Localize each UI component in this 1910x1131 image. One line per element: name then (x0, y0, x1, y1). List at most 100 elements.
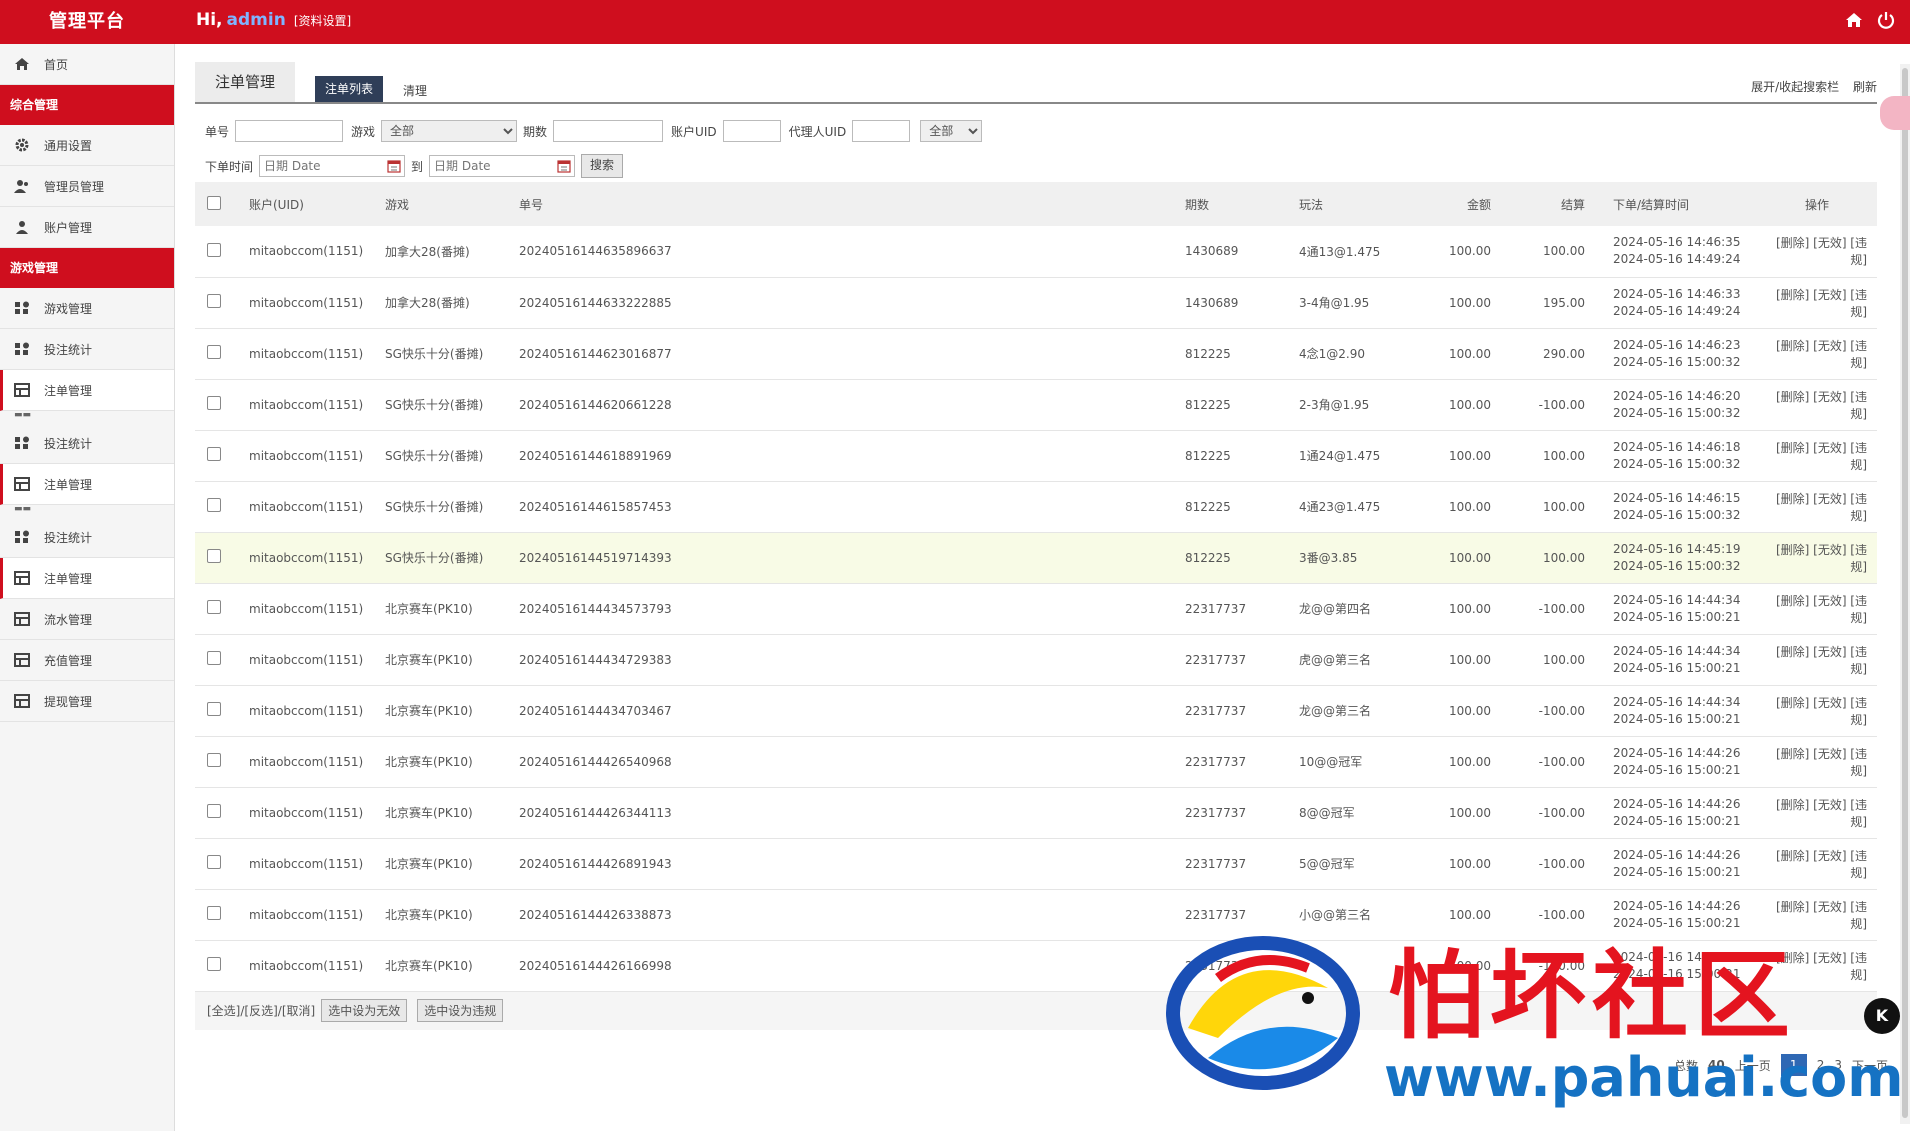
cell-order-no: 20240516144618891969 (519, 448, 672, 463)
sidebar-item-account-management[interactable]: 账户管理 (0, 207, 174, 248)
agent-uid-input[interactable] (852, 120, 911, 142)
table-row[interactable]: mitaobccom(1151) SG快乐十分(番摊) 20240516144618… (195, 430, 1877, 481)
scrollbar-thumb[interactable] (1902, 68, 1908, 1118)
table-row[interactable]: mitaobccom(1151) SG快乐十分(番摊) 20240516144623… (195, 328, 1877, 379)
start-date-input[interactable] (259, 155, 406, 177)
order-no-input[interactable] (235, 120, 344, 142)
row-checkbox[interactable] (207, 549, 221, 563)
sidebar-item-bet-stats[interactable]: 投注统计 (0, 517, 174, 558)
sidebar-item-flow-management[interactable]: 流水管理 (0, 599, 174, 640)
calendar-icon[interactable] (557, 159, 571, 176)
toggle-search-link[interactable]: 展开/收起搜索栏 (1751, 80, 1839, 94)
settle-time: 2024-05-16 15:00:32 (1613, 405, 1741, 420)
sidebar-item-bet-stats[interactable]: 投注统计 (0, 423, 174, 464)
select-toggle-links[interactable]: [全选]/[反选]/[取消] (207, 1002, 315, 1019)
table-row[interactable]: mitaobccom(1151) 北京赛车(PK10) 20240516144426… (195, 838, 1877, 889)
profile-settings-link[interactable]: [资料设置] (294, 14, 351, 28)
power-icon[interactable] (1876, 10, 1896, 30)
row-checkbox[interactable] (207, 345, 221, 359)
calendar-icon[interactable] (387, 159, 401, 176)
table-row[interactable]: mitaobccom(1151) 加拿大28(番摊) 202405161446332… (195, 277, 1877, 328)
cell-account: mitaobccom(1151) (249, 397, 364, 412)
to-label: 到 (411, 159, 424, 174)
table-row[interactable]: mitaobccom(1151) 北京赛车(PK10) 20240516144426… (195, 787, 1877, 838)
sidebar-group-general[interactable]: 综合管理 (0, 85, 174, 125)
table-row[interactable]: mitaobccom(1151) SG快乐十分(番摊) 20240516144615… (195, 481, 1877, 532)
row-actions[interactable]: [删除] [无效] [违规] (1764, 481, 1877, 532)
order-time: 2024-05-16 14:44:34 (1613, 694, 1741, 709)
set-invalid-button[interactable]: 选中设为无效 (321, 999, 408, 1022)
watermark: 怕坏社区 www.pahuai.com (1158, 918, 1904, 1118)
table-row[interactable]: mitaobccom(1151) 加拿大28(番摊) 202405161446358… (195, 226, 1877, 277)
row-checkbox[interactable] (207, 753, 221, 767)
select-all-checkbox[interactable] (207, 195, 221, 210)
period-input[interactable] (553, 120, 664, 142)
sidebar-item-admin-management[interactable]: 管理员管理 (0, 166, 174, 207)
table-row[interactable]: mitaobccom(1151) 北京赛车(PK10) 20240516144434… (195, 583, 1877, 634)
table-row[interactable]: mitaobccom(1151) 北京赛车(PK10) 20240516144434… (195, 685, 1877, 736)
game-select[interactable]: 全部 (381, 120, 518, 142)
row-actions[interactable]: [删除] [无效] [违规] (1764, 736, 1877, 787)
order-time: 2024-05-16 14:46:15 (1613, 490, 1741, 505)
row-checkbox[interactable] (207, 651, 221, 665)
cell-play: 龙@@第四名 (1299, 602, 1372, 616)
refresh-link[interactable]: 刷新 (1853, 80, 1877, 94)
row-checkbox[interactable] (207, 702, 221, 716)
row-checkbox[interactable] (207, 804, 221, 818)
sidebar-item-order-management[interactable]: 注单管理 (0, 464, 174, 505)
cell-game: SG快乐十分(番摊) (385, 551, 484, 565)
row-checkbox[interactable] (207, 242, 221, 257)
row-checkbox[interactable] (207, 498, 221, 512)
search-button[interactable]: 搜索 (581, 154, 624, 178)
row-actions[interactable]: [删除] [无效] [违规] (1764, 838, 1877, 889)
row-actions[interactable]: [删除] [无效] [违规] (1764, 430, 1877, 481)
cell-play: 4通13@1.475 (1299, 244, 1381, 259)
order-time: 2024-05-16 14:46:23 (1613, 337, 1741, 352)
sidebar-item-recharge-management[interactable]: 充值管理 (0, 640, 174, 681)
row-checkbox[interactable] (207, 906, 221, 920)
row-actions[interactable]: [删除] [无效] [违规] (1764, 226, 1877, 277)
tab-clear[interactable]: 清理 (403, 82, 427, 99)
username-link[interactable]: admin (227, 10, 286, 30)
row-checkbox[interactable] (207, 447, 221, 461)
col-time: 下单/结算时间 (1613, 197, 1690, 212)
table-row[interactable]: mitaobccom(1151) SG快乐十分(番摊) 20240516144519… (195, 532, 1877, 583)
home-icon[interactable] (1844, 10, 1864, 30)
table-row[interactable]: mitaobccom(1151) 北京赛车(PK10) 20240516144434… (195, 634, 1877, 685)
side-float-button[interactable] (1880, 96, 1910, 130)
account-uid-input[interactable] (722, 120, 781, 142)
sidebar-item-general-settings[interactable]: 通用设置 (0, 125, 174, 166)
row-checkbox[interactable] (207, 396, 221, 410)
tab-order-list[interactable]: 注单列表 (315, 76, 383, 102)
table-row[interactable]: mitaobccom(1151) 北京赛车(PK10) 20240516144426… (195, 736, 1877, 787)
scrollbar[interactable] (1900, 64, 1910, 1124)
sidebar-item-game-management[interactable]: 游戏管理 (0, 288, 174, 329)
row-actions[interactable]: [删除] [无效] [违规] (1764, 379, 1877, 430)
row-checkbox[interactable] (207, 855, 221, 869)
set-violation-button[interactable]: 选中设为违规 (417, 999, 504, 1022)
sidebar-item-order-management[interactable]: 注单管理 (0, 558, 174, 599)
row-actions[interactable]: [删除] [无效] [违规] (1764, 277, 1877, 328)
cell-order-no: 20240516144426166998 (519, 958, 672, 973)
home-icon (14, 56, 30, 72)
status-select[interactable]: 全部 (920, 120, 983, 142)
row-checkbox[interactable] (207, 957, 221, 971)
row-checkbox[interactable] (207, 600, 221, 614)
sidebar-item-order-management[interactable]: 注单管理 (0, 370, 174, 411)
sidebar-item-bet-stats[interactable]: 投注统计 (0, 329, 174, 370)
row-actions[interactable]: [删除] [无效] [违规] (1764, 634, 1877, 685)
row-actions[interactable]: [删除] [无效] [违规] (1764, 328, 1877, 379)
row-checkbox[interactable] (207, 294, 221, 308)
row-actions[interactable]: [删除] [无效] [违规] (1764, 685, 1877, 736)
row-actions[interactable]: [删除] [无效] [违规] (1764, 532, 1877, 583)
users-icon (14, 178, 30, 194)
row-actions[interactable]: [删除] [无效] [违规] (1764, 787, 1877, 838)
greeting: Hi, admin [资料设置] (196, 10, 351, 30)
sidebar-group-games[interactable]: 游戏管理 (0, 248, 174, 288)
sidebar-item-home[interactable]: 首页 (0, 44, 174, 85)
row-actions[interactable]: [删除] [无效] [违规] (1764, 583, 1877, 634)
table-row[interactable]: mitaobccom(1151) SG快乐十分(番摊) 20240516144620… (195, 379, 1877, 430)
cell-account: mitaobccom(1151) (249, 601, 364, 616)
sidebar-item-withdraw-management[interactable]: 提现管理 (0, 681, 174, 722)
end-date-input[interactable] (429, 155, 576, 177)
